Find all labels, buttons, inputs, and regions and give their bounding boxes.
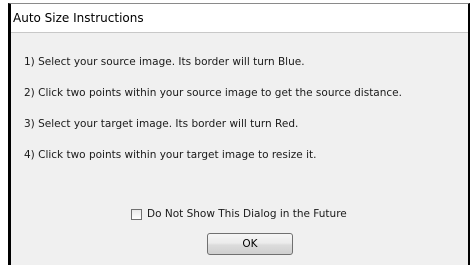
instruction-step-4: 4) Click two points within your target i…	[24, 149, 317, 161]
instruction-step-2: 2) Click two points within your source i…	[24, 87, 402, 99]
do-not-show-label[interactable]: Do Not Show This Dialog in the Future	[147, 208, 347, 220]
dialog-title: Auto Size Instructions	[13, 11, 144, 25]
ok-button[interactable]: OK	[207, 233, 293, 255]
instruction-step-1: 1) Select your source image. Its border …	[24, 56, 305, 68]
auto-size-instructions-dialog: Auto Size Instructions 1) Select your so…	[8, 3, 470, 265]
instruction-step-3: 3) Select your target image. Its border …	[24, 118, 299, 130]
title-bar: Auto Size Instructions	[11, 4, 468, 33]
do-not-show-checkbox[interactable]	[131, 209, 142, 220]
